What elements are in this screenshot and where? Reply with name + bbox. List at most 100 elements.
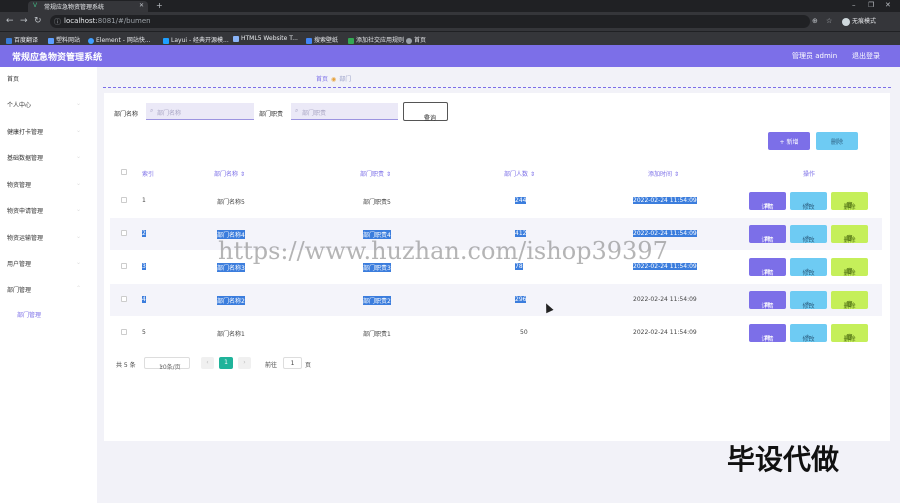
cell-time: 2022-02-24 11:54:09 xyxy=(633,197,697,204)
close-window-icon[interactable]: ✕ xyxy=(885,1,891,9)
bookmark-item[interactable]: Layui - 经典开源模... xyxy=(163,35,229,44)
detail-button[interactable]: ▤ 详情 xyxy=(749,258,786,277)
batch-delete-button[interactable]: 删除 xyxy=(816,132,858,150)
row-checkbox[interactable] xyxy=(121,230,127,236)
breadcrumb-home[interactable]: 首页 xyxy=(316,76,328,83)
bookmark-star-icon[interactable]: ☆ xyxy=(826,17,832,25)
tab-close-icon[interactable]: ✕ xyxy=(139,2,144,9)
profile-button[interactable]: 无痕模式 xyxy=(842,16,876,26)
delete-button[interactable]: 🗑 删除 xyxy=(831,192,868,211)
new-tab-icon[interactable]: + xyxy=(156,1,163,10)
row-checkbox[interactable] xyxy=(121,263,127,269)
page-size-select[interactable]: 10条/页 ⌄ xyxy=(144,357,190,371)
logout-link[interactable]: 退出登录 xyxy=(852,51,880,61)
table-row: 4 部门名称2 部门职责2 296 2022-02-24 11:54:09 ▤ … xyxy=(110,284,882,316)
bookmark-icon xyxy=(348,37,354,44)
edit-button[interactable]: ✎ 修改 xyxy=(790,324,827,343)
column-header-actions: 操作 xyxy=(803,171,816,178)
forward-icon[interactable]: → xyxy=(20,16,28,26)
dept-duty-input[interactable]: ⌕ 部门职责 xyxy=(291,103,398,120)
row-checkbox[interactable] xyxy=(121,197,127,203)
cell-count: 412 xyxy=(515,230,527,237)
sidebar-item-health[interactable]: 健康打卡管理 xyxy=(7,127,43,136)
detail-button[interactable]: ▤ 详情 xyxy=(749,324,786,343)
sidebar-item-transport[interactable]: 物资运输管理 xyxy=(7,233,43,242)
cell-time: 2022-02-24 11:54:09 xyxy=(633,329,697,336)
sidebar-item-profile[interactable]: 个人中心 xyxy=(7,100,31,109)
url-path: 8081/#/bumen xyxy=(97,17,151,25)
back-icon[interactable]: ← xyxy=(6,16,14,26)
profile-label: 无痕模式 xyxy=(852,18,877,25)
url-host: localhost: xyxy=(64,17,98,25)
reload-icon[interactable]: ↻ xyxy=(34,16,42,26)
sidebar-item-basic-data[interactable]: 基础数据管理 xyxy=(7,153,43,162)
delete-button[interactable]: 🗑 删除 xyxy=(831,324,868,343)
bookmark-icon xyxy=(6,37,12,44)
row-checkbox[interactable] xyxy=(121,296,127,302)
delete-button[interactable]: 🗑 删除 xyxy=(831,225,868,244)
edit-button[interactable]: ✎ 修改 xyxy=(790,258,827,277)
sidebar-subitem-departments[interactable]: 部门管理 xyxy=(17,310,41,319)
bookmark-item[interactable]: HTML5 Website T... xyxy=(233,35,298,42)
divider xyxy=(103,87,891,88)
cell-name: 部门名称2 xyxy=(217,296,245,305)
goto-page-input[interactable]: 1 xyxy=(283,357,302,369)
chevron-down-icon: ⌄ xyxy=(76,206,82,213)
cell-duty: 部门职责5 xyxy=(363,199,391,206)
sort-icon[interactable]: ⇕ xyxy=(530,171,535,178)
sidebar: 首页 个人中心 ⌄ 健康打卡管理 ⌄ 基础数据管理 ⌄ 物资管理 ⌄ 物资申请管… xyxy=(0,67,97,503)
sidebar-item-supply-requests[interactable]: 物资申请管理 xyxy=(7,206,43,215)
detail-button[interactable]: ▤ 详情 xyxy=(749,192,786,211)
bookmark-icon xyxy=(406,37,412,44)
delete-button[interactable]: 🗑 删除 xyxy=(831,258,868,277)
column-header-count[interactable]: 部门人数 ⇕ xyxy=(504,169,535,178)
dept-name-input[interactable]: ⌕ 部门名称 xyxy=(146,103,254,120)
bookmark-item[interactable]: Element - 网站快... xyxy=(88,35,151,44)
site-info-icon[interactable]: ⓘ xyxy=(54,17,61,27)
sidebar-item-users[interactable]: 用户管理 xyxy=(7,259,31,268)
sidebar-item-departments[interactable]: 部门管理 xyxy=(7,285,31,294)
column-header-time[interactable]: 添加时间 ⇕ xyxy=(648,169,679,178)
detail-button[interactable]: ▤ 详情 xyxy=(749,225,786,244)
query-button[interactable]: 查询 ○ xyxy=(403,102,448,122)
chevron-down-icon: ⌄ xyxy=(76,180,82,187)
sort-icon[interactable]: ⇕ xyxy=(240,171,245,178)
prev-page-button[interactable]: ‹ xyxy=(201,357,214,369)
app-header: 常规应急物资管理系统 管理员 admin 退出登录 xyxy=(0,45,900,67)
row-checkbox[interactable] xyxy=(121,329,127,335)
bookmark-item[interactable]: 首页 xyxy=(406,35,426,44)
bookmark-item[interactable]: 塑料网站 xyxy=(48,35,80,44)
cell-time: 2022-02-24 11:54:09 xyxy=(633,296,697,303)
table-header: 索引 部门名称 ⇕ 部门职责 ⇕ 部门人数 ⇕ 添加时间 ⇕ 操作 xyxy=(110,162,882,182)
url-field[interactable]: ⓘ localhost:8081/#/bumen xyxy=(50,15,810,28)
cell-index: 3 xyxy=(142,263,146,270)
chevron-down-icon: ⌄ xyxy=(76,233,82,240)
next-page-button[interactable]: › xyxy=(238,357,251,369)
edit-button[interactable]: ✎ 修改 xyxy=(790,291,827,310)
column-header-index: 索引 xyxy=(142,171,155,178)
minimize-icon[interactable]: – xyxy=(852,1,856,9)
bookmark-item[interactable]: 百度翻译 xyxy=(6,35,38,44)
cell-count: 296 xyxy=(515,296,527,303)
page-suffix: 页 xyxy=(305,362,312,369)
bookmark-item[interactable]: 添加社交应用规则 xyxy=(348,35,404,44)
sidebar-item-home[interactable]: 首页 xyxy=(7,74,19,83)
browser-tab[interactable]: V 常规应急物资管理系统 ✕ xyxy=(28,1,148,12)
add-button[interactable]: + 新增 xyxy=(768,132,810,150)
sort-icon[interactable]: ⇕ xyxy=(386,171,391,178)
bookmark-icon xyxy=(306,37,312,44)
content-card: 部门名称 ⌕ 部门名称 部门职责 ⌕ 部门职责 查询 ○ + 新增 删除 索引 … xyxy=(104,93,890,441)
select-all-checkbox[interactable] xyxy=(121,169,127,175)
sort-icon[interactable]: ⇕ xyxy=(674,171,679,178)
bookmark-item[interactable]: 搜索壁纸 xyxy=(306,35,338,44)
zoom-icon[interactable]: ⊕ xyxy=(812,17,818,25)
maximize-icon[interactable]: ❐ xyxy=(868,1,874,9)
page-number-current[interactable]: 1 xyxy=(219,357,233,369)
sidebar-item-supplies[interactable]: 物资管理 xyxy=(7,180,31,189)
edit-button[interactable]: ✎ 修改 xyxy=(790,225,827,244)
column-header-name[interactable]: 部门名称 ⇕ xyxy=(214,169,245,178)
detail-button[interactable]: ▤ 详情 xyxy=(749,291,786,310)
delete-button[interactable]: 🗑 删除 xyxy=(831,291,868,310)
column-header-duty[interactable]: 部门职责 ⇕ xyxy=(360,169,391,178)
edit-button[interactable]: ✎ 修改 xyxy=(790,192,827,211)
